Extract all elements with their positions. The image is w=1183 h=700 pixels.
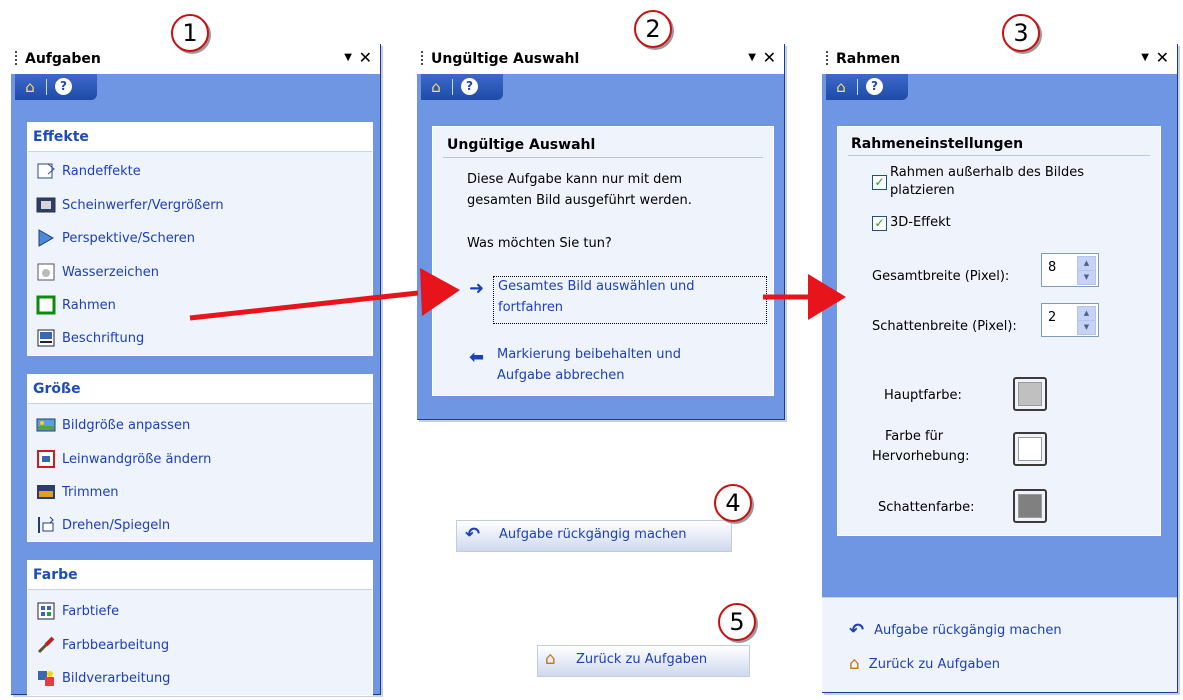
arrow-head-pane3 [808, 274, 846, 320]
callout-2: 2 [634, 10, 672, 48]
flow-arrows [189, 268, 846, 321]
arrow-head-pane2 [420, 268, 460, 316]
arrow-to-pane2 [189, 290, 419, 321]
callout-1: 1 [171, 14, 209, 52]
callout-3: 3 [1002, 14, 1040, 52]
callout-5: 5 [718, 603, 756, 641]
callout-4: 4 [714, 484, 752, 522]
